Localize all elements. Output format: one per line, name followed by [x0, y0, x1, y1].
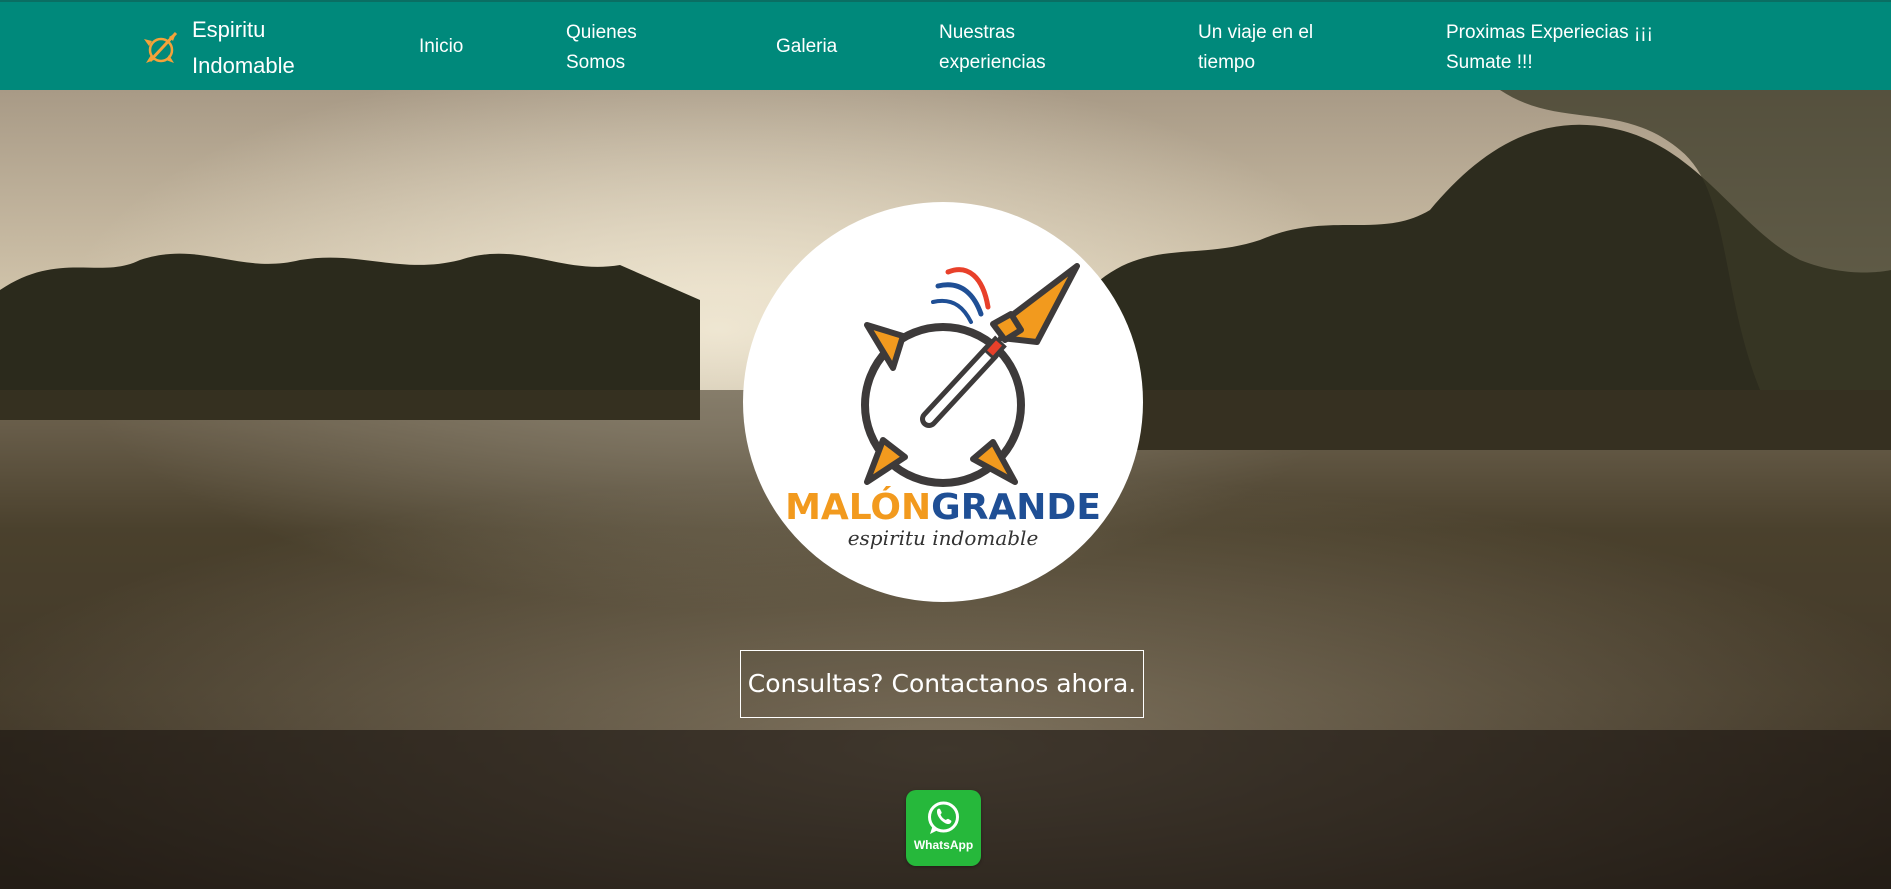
logo-word-malon: MALÓN: [785, 487, 932, 528]
top-navbar: Espiritu Indomable Inicio Quienes Somos …: [0, 0, 1891, 90]
brand-link[interactable]: Espiritu Indomable: [138, 12, 322, 84]
nav-link-galeria[interactable]: Galeria: [776, 32, 837, 62]
nav-link-viaje-tiempo[interactable]: Un viaje en el tiempo: [1198, 18, 1313, 78]
spear-compass-icon: [138, 25, 184, 71]
logo-tagline: espiritu indomable: [847, 526, 1039, 550]
nav-link-experiencias[interactable]: Nuestras experiencias: [939, 18, 1046, 78]
brand-name: Espiritu Indomable: [192, 17, 295, 78]
logo-wordmark: MALÓNGRANDE: [743, 488, 1143, 528]
malon-grande-logo: MALÓNGRANDE espiritu indomable: [743, 202, 1143, 602]
contact-cta-button[interactable]: Consultas? Contactanos ahora.: [740, 650, 1144, 718]
logo-word-grande: GRANDE: [931, 487, 1101, 528]
nav-link-inicio[interactable]: Inicio: [419, 32, 463, 62]
whatsapp-button[interactable]: WhatsApp: [906, 790, 981, 866]
nav-link-quienes-somos[interactable]: Quienes Somos: [566, 18, 637, 78]
hero-section: MALÓNGRANDE espiritu indomable Consultas…: [0, 90, 1891, 889]
whatsapp-icon: [928, 801, 959, 834]
whatsapp-label: WhatsApp: [913, 838, 974, 852]
nav-link-proximas[interactable]: Proximas Experiecias ¡¡¡ Sumate !!!: [1446, 18, 1653, 78]
